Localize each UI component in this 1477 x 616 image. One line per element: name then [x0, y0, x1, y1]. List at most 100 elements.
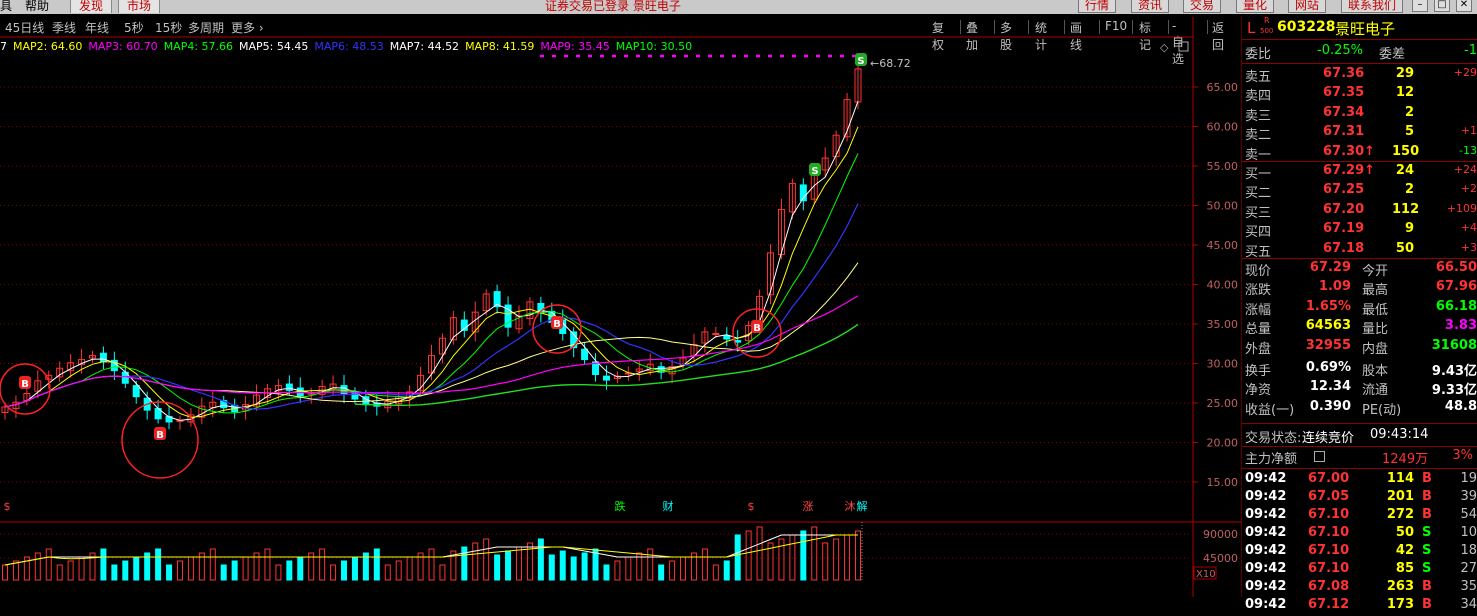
stat-row: 涨幅 1.65% 最低 66.18: [1242, 299, 1477, 318]
ask-label: 卖一: [1245, 147, 1272, 163]
ask-volume: 29: [1395, 66, 1414, 81]
bid-label: 买五: [1245, 244, 1272, 260]
tick-side: S: [1422, 525, 1432, 540]
volume-bar: [319, 548, 326, 581]
signal-label: B: [156, 430, 164, 441]
volume-bar: [833, 538, 840, 581]
volume-bar: [56, 564, 63, 581]
volume-bar: [45, 548, 52, 581]
volume-bar: [220, 564, 227, 581]
ask-volume: 2: [1404, 104, 1414, 120]
bid-volume: 112: [1392, 201, 1420, 217]
volume-bar: [286, 560, 293, 581]
minimize-icon[interactable]: –: [1412, 0, 1428, 12]
bid-label: 买三: [1245, 205, 1272, 221]
stat-row: 总量 64563 量比 3.83: [1242, 318, 1477, 337]
tick-time: 09:42: [1245, 597, 1287, 612]
volume-bar: [351, 556, 358, 581]
tick-row: 09:42 67.10 85 S 27: [1242, 561, 1477, 580]
signal-label: B: [753, 323, 761, 334]
candle-body: [285, 383, 293, 391]
volume-bar: [461, 546, 468, 581]
tick-time: 09:42: [1245, 471, 1287, 486]
event-marker: 沐: [845, 500, 856, 513]
tick-price: 67.00: [1308, 471, 1350, 486]
stat-value: 9.43亿: [1431, 364, 1477, 379]
netflow-value: 1249万: [1382, 452, 1429, 467]
website-button[interactable]: 网站: [1288, 0, 1327, 13]
candle-body: [734, 340, 742, 343]
volume-bar: [406, 556, 413, 581]
volume-bar: [472, 542, 479, 581]
stat-label: 现价: [1245, 264, 1272, 279]
volume-tick-label: 90000: [1203, 528, 1238, 541]
tick-time: 09:42: [1245, 543, 1287, 558]
tick-row: 09:42 67.10 42 S 18: [1242, 543, 1477, 562]
kline-chart[interactable]: 65.00 60.00 55.00 50.00 45.00 40.00 35.00 30.00…: [0, 0, 1242, 597]
tick-price: 67.10: [1308, 543, 1350, 558]
volume-bar: [603, 564, 610, 581]
price-tick-label: 30.00: [1207, 358, 1239, 371]
stat-value: 12.34: [1309, 379, 1351, 395]
volume-bar: [209, 548, 216, 581]
ask-row: 卖五 67.36 29 +29: [1242, 66, 1477, 85]
trade-status-row: 交易状态: 连续竞价 09:43:14: [1245, 427, 1429, 446]
bid-change: +3: [1460, 240, 1477, 254]
volume-bar: [559, 550, 566, 581]
code-prefix: L: [1247, 19, 1256, 37]
contact-button[interactable]: 联系我们: [1341, 0, 1404, 13]
volume-bar: [483, 538, 490, 581]
price-tick-label: 25.00: [1207, 397, 1239, 410]
tick-volume: 173: [1386, 597, 1414, 612]
maximize-icon[interactable]: □: [1434, 0, 1450, 12]
ask-row: 卖四 67.35 12: [1242, 85, 1477, 104]
volume-bar: [2, 564, 8, 581]
diamond-icon: ◇: [1160, 41, 1169, 54]
signal-label: S: [811, 166, 818, 177]
event-marker: 解: [857, 499, 868, 513]
signal-label: B: [21, 379, 29, 390]
volume-bar: [428, 548, 435, 581]
event-marker: 跌: [615, 499, 626, 513]
tick-volume: 201: [1386, 489, 1414, 504]
volume-bar: [384, 564, 391, 581]
stat-value: 0.390: [1309, 398, 1351, 414]
volume-bar: [800, 530, 807, 581]
code-tag-bottom: 500: [1260, 27, 1274, 35]
ask-price: 67.30↑: [1323, 143, 1376, 159]
close-icon[interactable]: ✕: [1456, 0, 1472, 12]
price-tick-label: 50.00: [1207, 200, 1239, 213]
stat-label: 换手: [1245, 364, 1272, 379]
volume-bar: [187, 556, 194, 581]
tick-price: 67.05: [1308, 489, 1350, 504]
stat-value: 9.33亿: [1431, 383, 1477, 399]
stat-value: 3.83: [1444, 318, 1477, 334]
tick-side: S: [1422, 543, 1432, 558]
ask-change: +29: [1453, 66, 1477, 79]
price-tick-label: 65.00: [1207, 81, 1239, 94]
bid-volume: 9: [1404, 221, 1414, 237]
bid-label: 买一: [1245, 167, 1272, 182]
price-tick-label: 45.00: [1207, 239, 1239, 252]
tick-side: S: [1422, 561, 1432, 576]
stat-label: 最高: [1362, 283, 1389, 299]
volume-bar: [100, 548, 107, 581]
volume-bar: [581, 552, 588, 581]
netflow-menu-icon[interactable]: [1314, 451, 1325, 462]
volume-bar: [166, 564, 173, 581]
volume-bar: [341, 560, 348, 581]
volume-bar: [756, 526, 763, 581]
volume-bar: [658, 564, 665, 581]
bid-price: 67.18: [1323, 240, 1365, 256]
event-marker: $: [4, 500, 11, 513]
volume-bar: [330, 564, 337, 581]
price-tick-label: 20.00: [1207, 437, 1239, 450]
volume-bar: [176, 560, 183, 581]
volume-bar: [712, 564, 719, 581]
signal-label: B: [553, 319, 561, 330]
ask-change: -13: [1459, 143, 1477, 157]
high-price-label: ←68.72: [870, 57, 911, 70]
stat-row: 涨跌 1.09 最高 67.96: [1242, 279, 1477, 298]
tick-volume: 85: [1395, 561, 1414, 576]
tick-side: B: [1422, 579, 1432, 594]
